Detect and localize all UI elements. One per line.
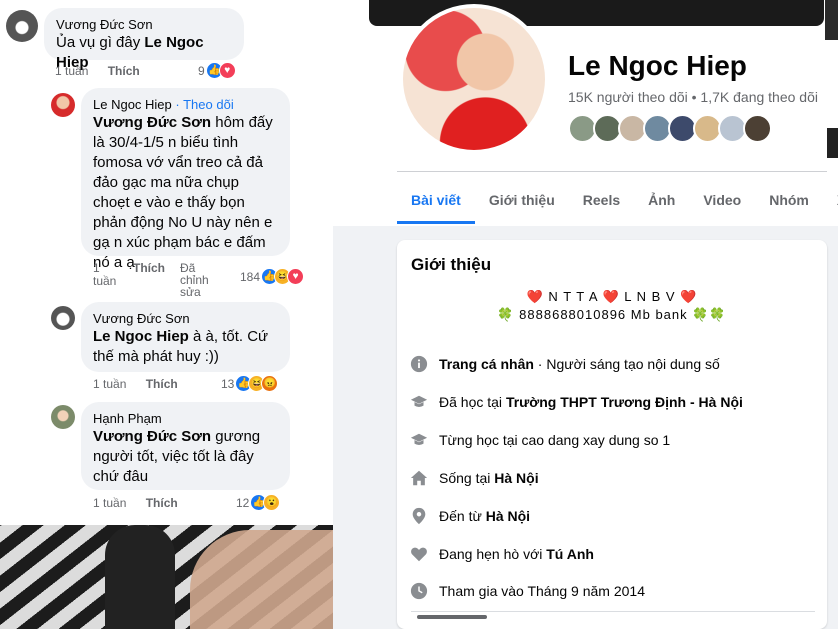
- comment-author[interactable]: Vương Đức Sơn: [93, 310, 278, 327]
- comment-text: Le Ngoc Hiep à à, tốt. Cứ thế mà phát hu…: [93, 328, 269, 365]
- intro-text: Tham gia vào Tháng 9 năm 2014: [439, 583, 645, 599]
- bio-line: 🍀 8888688010896 Mb bank 🍀🍀: [497, 307, 727, 322]
- mention[interactable]: Vương Đức Sơn: [93, 114, 211, 131]
- intro-text: Trang cá nhân · Người sáng tạo nội dung …: [439, 356, 720, 372]
- intro-card: Giới thiệu ❤️ N T T A ❤️ L N B V ❤️ 🍀 88…: [397, 240, 827, 629]
- follower-avatar[interactable]: [743, 114, 772, 143]
- card-divider: [411, 611, 815, 619]
- profile-tabs: Bài viết Giới thiệu Reels Ảnh Video Nhóm…: [397, 176, 838, 224]
- tab-posts[interactable]: Bài viết: [397, 176, 475, 224]
- side-strip: [827, 128, 838, 158]
- mention[interactable]: Vương Đức Sơn: [93, 428, 211, 445]
- intro-text: Đã học tại Trường THPT Trương Định - Hà …: [439, 394, 743, 410]
- intro-text: Sống tại Hà Nội: [439, 470, 539, 486]
- graduation-cap-icon: [409, 392, 429, 412]
- wow-reaction-icon: 😮: [263, 494, 281, 511]
- comment-time[interactable]: 1 tuần: [93, 262, 119, 288]
- photo-shape: [105, 525, 175, 629]
- comment-meta: 1 tuần: [93, 262, 119, 288]
- bio-line: ❤️ N T T A ❤️ L N B V ❤️: [526, 289, 698, 304]
- intro-item: Từng học tại cao dang xay dung so 1: [409, 428, 670, 452]
- profile-picture[interactable]: [399, 4, 549, 154]
- tab-videos[interactable]: Video: [689, 176, 755, 224]
- intro-item: Đã học tại Trường THPT Trương Định - Hà …: [409, 390, 743, 414]
- comment-time[interactable]: 1 tuần: [93, 377, 126, 391]
- tab-reels[interactable]: Reels: [569, 176, 634, 224]
- cover-edge: [825, 0, 838, 40]
- love-reaction-icon: ♥: [218, 62, 236, 79]
- like-button[interactable]: Thích: [133, 262, 165, 275]
- comment-meta: 1 tuần Thích: [93, 497, 178, 510]
- like-button[interactable]: Thích: [108, 64, 140, 78]
- comment-bubble: Hạnh Phạm Vương Đức Sơn gương người tốt,…: [81, 402, 290, 490]
- info-icon: [409, 354, 429, 374]
- like-button[interactable]: Thích: [146, 496, 178, 510]
- intro-title: Giới thiệu: [411, 255, 492, 274]
- reaction-summary[interactable]: 184 👍 😆 ♥: [240, 268, 305, 285]
- avatar[interactable]: [51, 405, 75, 429]
- reaction-count: 13: [221, 376, 235, 391]
- comment-bubble: Vương Đức Sơn Le Ngoc Hiep à à, tốt. Cứ …: [81, 302, 290, 372]
- intro-text: Đang hẹn hò với Tú Anh: [439, 546, 594, 562]
- reaction-count: 9: [198, 63, 205, 78]
- background-photo: [0, 525, 333, 629]
- intro-text: Đến từ Hà Nội: [439, 508, 531, 524]
- follow-link[interactable]: · Theo dõi: [175, 97, 233, 112]
- comment-time[interactable]: 1 tuần: [55, 64, 88, 78]
- comment-author: Le Ngoc Hiep · Theo dõi: [93, 97, 234, 112]
- comment-bubble: Le Ngoc Hiep · Theo dõi Vương Đức Sơn hô…: [81, 88, 290, 271]
- clock-icon: [409, 581, 429, 601]
- profile-panel: Le Ngoc Hiep 15K người theo dõi • 1,7K đ…: [333, 0, 838, 629]
- comment-text: Vương Đức Sơn gương người tốt, việc tốt …: [93, 428, 261, 485]
- comment-bubble: Vương Đức Sơn Ủa vụ gì đây Le Ngoc Hiep: [44, 8, 244, 71]
- avatar[interactable]: [6, 10, 38, 42]
- avatar[interactable]: [51, 306, 75, 330]
- photo-shape: [190, 530, 333, 629]
- comment-text: Vương Đức Sơn hôm đấy là 30/4-1/5 n biểu…: [93, 114, 273, 271]
- reaction-count: 184: [240, 269, 261, 284]
- home-icon: [409, 468, 429, 488]
- tab-about[interactable]: Giới thiệu: [475, 176, 569, 224]
- comment-meta: 1 tuần Thích: [93, 378, 178, 391]
- avatar[interactable]: [51, 93, 75, 117]
- tab-more[interactable]: X: [823, 176, 838, 224]
- comments-panel: Vương Đức Sơn Ủa vụ gì đây Le Ngoc Hiep …: [0, 0, 333, 525]
- comment-time[interactable]: 1 tuần: [93, 496, 126, 510]
- location-pin-icon: [409, 506, 429, 526]
- scroll-indicator: [417, 615, 487, 619]
- intro-item: Tham gia vào Tháng 9 năm 2014: [409, 579, 645, 603]
- love-reaction-icon: ♥: [287, 268, 305, 285]
- reaction-count: 12: [236, 495, 250, 510]
- intro-item: Sống tại Hà Nội: [409, 466, 539, 490]
- heart-icon: [409, 544, 429, 564]
- follow-stats[interactable]: 15K người theo dõi • 1,7K đang theo dõi: [568, 89, 818, 105]
- tab-groups[interactable]: Nhóm: [755, 176, 823, 224]
- comment-author[interactable]: Vương Đức Sơn: [56, 16, 232, 33]
- intro-item: Đến từ Hà Nội: [409, 504, 530, 528]
- comment-author[interactable]: Hạnh Phạm: [93, 410, 278, 427]
- angry-reaction-icon: 😠: [261, 375, 279, 392]
- divider: [397, 171, 827, 172]
- profile-name: Le Ngoc Hiep: [568, 50, 747, 81]
- reaction-summary[interactable]: 9 👍 ♥: [198, 62, 236, 79]
- intro-item: Đang hẹn hò với Tú Anh: [409, 542, 594, 566]
- tab-photos[interactable]: Ảnh: [634, 176, 689, 224]
- reaction-summary[interactable]: 12 👍 😮: [236, 494, 281, 511]
- edited-label: Đã chỉnh sửa: [180, 261, 209, 299]
- follower-avatars: [568, 114, 772, 143]
- intro-text: Từng học tại cao dang xay dung so 1: [439, 432, 671, 448]
- reaction-summary[interactable]: 13 👍 😆 😠: [221, 375, 279, 392]
- graduation-cap-icon: [409, 430, 429, 450]
- mention[interactable]: Le Ngoc Hiep: [93, 328, 189, 345]
- intro-item: Trang cá nhân · Người sáng tạo nội dung …: [409, 352, 720, 376]
- comment-meta: 1 tuần Thích: [55, 65, 140, 78]
- like-button[interactable]: Thích: [146, 377, 178, 391]
